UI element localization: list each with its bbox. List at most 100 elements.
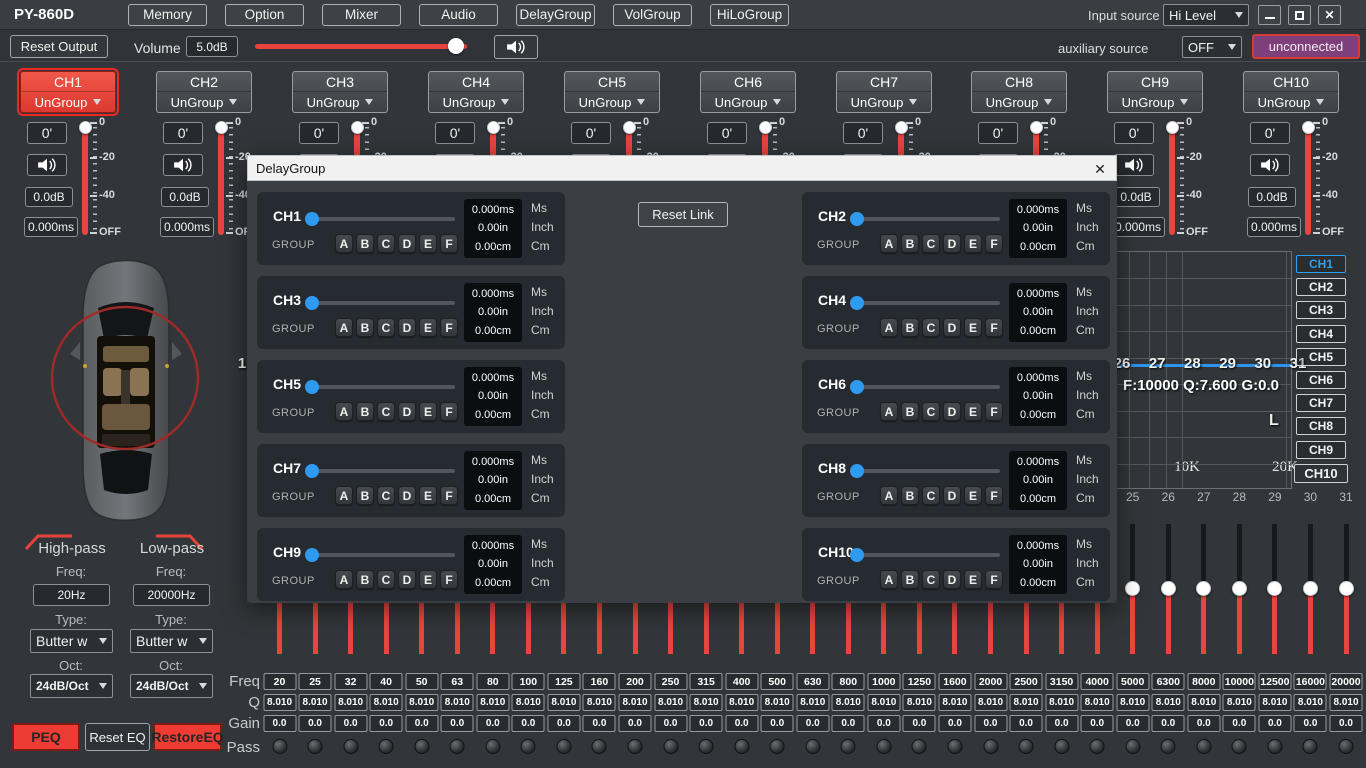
eq-freq-value[interactable]: 5000 xyxy=(1116,673,1150,690)
eq-pass-toggle[interactable] xyxy=(307,739,323,754)
volume-value[interactable]: 5.0dB xyxy=(186,36,238,57)
group-button-d[interactable]: D xyxy=(943,402,961,421)
eq-q-value[interactable]: 8.010 xyxy=(1151,694,1185,711)
eq-pass-toggle[interactable] xyxy=(1196,739,1212,754)
eq-gain-value[interactable]: 0.0 xyxy=(263,715,296,732)
eq-gain-value[interactable]: 0.0 xyxy=(1222,715,1256,732)
channel-header-ch7[interactable]: CH7 UnGroup xyxy=(836,71,932,113)
eq-freq-value[interactable]: 4000 xyxy=(1080,673,1114,690)
group-button-a[interactable]: A xyxy=(335,486,353,505)
eq-gain-value[interactable]: 0.0 xyxy=(334,715,368,732)
eq-q-value[interactable]: 8.010 xyxy=(867,694,901,711)
eq-gain-value[interactable]: 0.0 xyxy=(867,715,901,732)
group-button-d[interactable]: D xyxy=(943,486,961,505)
highpass-type-select[interactable]: Butter w xyxy=(30,629,113,653)
eq-q-value[interactable]: 8.010 xyxy=(654,694,688,711)
group-button-a[interactable]: A xyxy=(335,570,353,589)
delay-slider-thumb[interactable] xyxy=(305,212,319,226)
delay-slider-thumb[interactable] xyxy=(850,380,864,394)
eq-freq-value[interactable]: 315 xyxy=(689,673,723,690)
eq-q-value[interactable]: 8.010 xyxy=(369,694,403,711)
delay-slider[interactable] xyxy=(309,217,455,221)
phase-value-ch5[interactable]: 0' xyxy=(571,122,611,144)
eq-freq-value[interactable]: 1250 xyxy=(902,673,936,690)
eq-freq-value[interactable]: 6300 xyxy=(1151,673,1185,690)
eq-freq-value[interactable]: 10000 xyxy=(1222,673,1256,690)
eq-gain-value[interactable]: 0.0 xyxy=(511,715,545,732)
group-button-b[interactable]: B xyxy=(901,234,919,253)
mute-button-ch1[interactable] xyxy=(27,154,67,176)
eq-freq-value[interactable]: 400 xyxy=(725,673,759,690)
group-button-b[interactable]: B xyxy=(356,234,374,253)
master-mute-button[interactable] xyxy=(494,35,538,59)
eq-q-value[interactable]: 8.010 xyxy=(1009,694,1043,711)
delay-slider-thumb[interactable] xyxy=(305,464,319,478)
menu-button-hilogroup[interactable]: HiLoGroup xyxy=(710,4,789,26)
group-button-d[interactable]: D xyxy=(943,234,961,253)
channel-header-ch9[interactable]: CH9 UnGroup xyxy=(1107,71,1203,113)
eq-q-value[interactable]: 8.010 xyxy=(938,694,972,711)
graph-channel-button-ch6[interactable]: CH6 xyxy=(1296,371,1346,389)
connection-status-badge[interactable]: unconnected xyxy=(1252,34,1360,59)
group-button-c[interactable]: C xyxy=(377,402,395,421)
phase-value-ch3[interactable]: 0' xyxy=(299,122,339,144)
group-button-a[interactable]: A xyxy=(880,570,898,589)
eq-gain-value[interactable]: 0.0 xyxy=(760,715,794,732)
eq-freq-value[interactable]: 20000 xyxy=(1329,673,1363,690)
eq-freq-value[interactable]: 16000 xyxy=(1293,673,1327,690)
eq-q-value[interactable]: 8.010 xyxy=(1080,694,1114,711)
eq-pass-toggle[interactable] xyxy=(627,739,643,754)
highpass-freq-value[interactable]: 20Hz xyxy=(33,584,110,606)
group-button-f[interactable]: F xyxy=(440,402,458,421)
eq-q-value[interactable]: 8.010 xyxy=(440,694,474,711)
channel-group-select[interactable]: UnGroup xyxy=(1244,92,1338,112)
eq-band-slider-thumb[interactable] xyxy=(1196,581,1212,596)
delay-values-box[interactable]: 0.000ms 0.00in 0.00cm xyxy=(1009,451,1067,510)
eq-pass-toggle[interactable] xyxy=(1302,739,1318,754)
eq-pass-toggle[interactable] xyxy=(414,739,430,754)
eq-pass-toggle[interactable] xyxy=(1054,739,1070,754)
group-button-f[interactable]: F xyxy=(440,234,458,253)
eq-band-slider-thumb[interactable] xyxy=(1231,581,1247,596)
eq-band-slider-thumb[interactable] xyxy=(1160,581,1176,596)
channel-group-select[interactable]: UnGroup xyxy=(157,92,251,112)
eq-gain-value[interactable]: 0.0 xyxy=(1187,715,1221,732)
delay-slider[interactable] xyxy=(309,553,455,557)
eq-freq-value[interactable]: 1600 xyxy=(938,673,972,690)
channel-group-select[interactable]: UnGroup xyxy=(293,92,387,112)
group-button-e[interactable]: E xyxy=(419,570,437,589)
delay-value-ch10[interactable]: 0.000ms xyxy=(1247,217,1301,237)
eq-pass-toggle[interactable] xyxy=(1338,739,1354,754)
group-button-e[interactable]: E xyxy=(419,234,437,253)
delay-slider-thumb[interactable] xyxy=(850,464,864,478)
eq-gain-value[interactable]: 0.0 xyxy=(938,715,972,732)
eq-freq-value[interactable]: 50 xyxy=(405,673,439,690)
group-button-a[interactable]: A xyxy=(880,486,898,505)
channel-group-select[interactable]: UnGroup xyxy=(972,92,1066,112)
channel-header-ch6[interactable]: CH6 UnGroup xyxy=(700,71,796,113)
eq-freq-value[interactable]: 100 xyxy=(511,673,545,690)
group-button-b[interactable]: B xyxy=(901,402,919,421)
gain-value-ch2[interactable]: 0.0dB xyxy=(161,187,209,207)
peq-button[interactable]: PEQ xyxy=(12,723,80,751)
menu-button-audio[interactable]: Audio xyxy=(419,4,498,26)
group-button-f[interactable]: F xyxy=(985,318,1003,337)
group-button-b[interactable]: B xyxy=(356,486,374,505)
eq-gain-value[interactable]: 0.0 xyxy=(1009,715,1043,732)
gain-value-ch9[interactable]: 0.0dB xyxy=(1112,187,1160,207)
group-button-c[interactable]: C xyxy=(377,570,395,589)
delay-values-box[interactable]: 0.000ms 0.00in 0.00cm xyxy=(464,451,522,510)
delay-values-box[interactable]: 0.000ms 0.00in 0.00cm xyxy=(464,283,522,342)
group-button-c[interactable]: C xyxy=(922,486,940,505)
eq-gain-value[interactable]: 0.0 xyxy=(476,715,510,732)
group-button-f[interactable]: F xyxy=(985,402,1003,421)
group-button-f[interactable]: F xyxy=(440,318,458,337)
delay-slider[interactable] xyxy=(854,385,1000,389)
delay-values-box[interactable]: 0.000ms 0.00in 0.00cm xyxy=(464,367,522,426)
group-button-f[interactable]: F xyxy=(985,234,1003,253)
eq-freq-value[interactable]: 2500 xyxy=(1009,673,1043,690)
group-button-b[interactable]: B xyxy=(901,486,919,505)
reset-eq-button[interactable]: Reset EQ xyxy=(85,723,150,751)
eq-band-slider-thumb[interactable] xyxy=(1267,581,1283,596)
group-button-a[interactable]: A xyxy=(880,318,898,337)
